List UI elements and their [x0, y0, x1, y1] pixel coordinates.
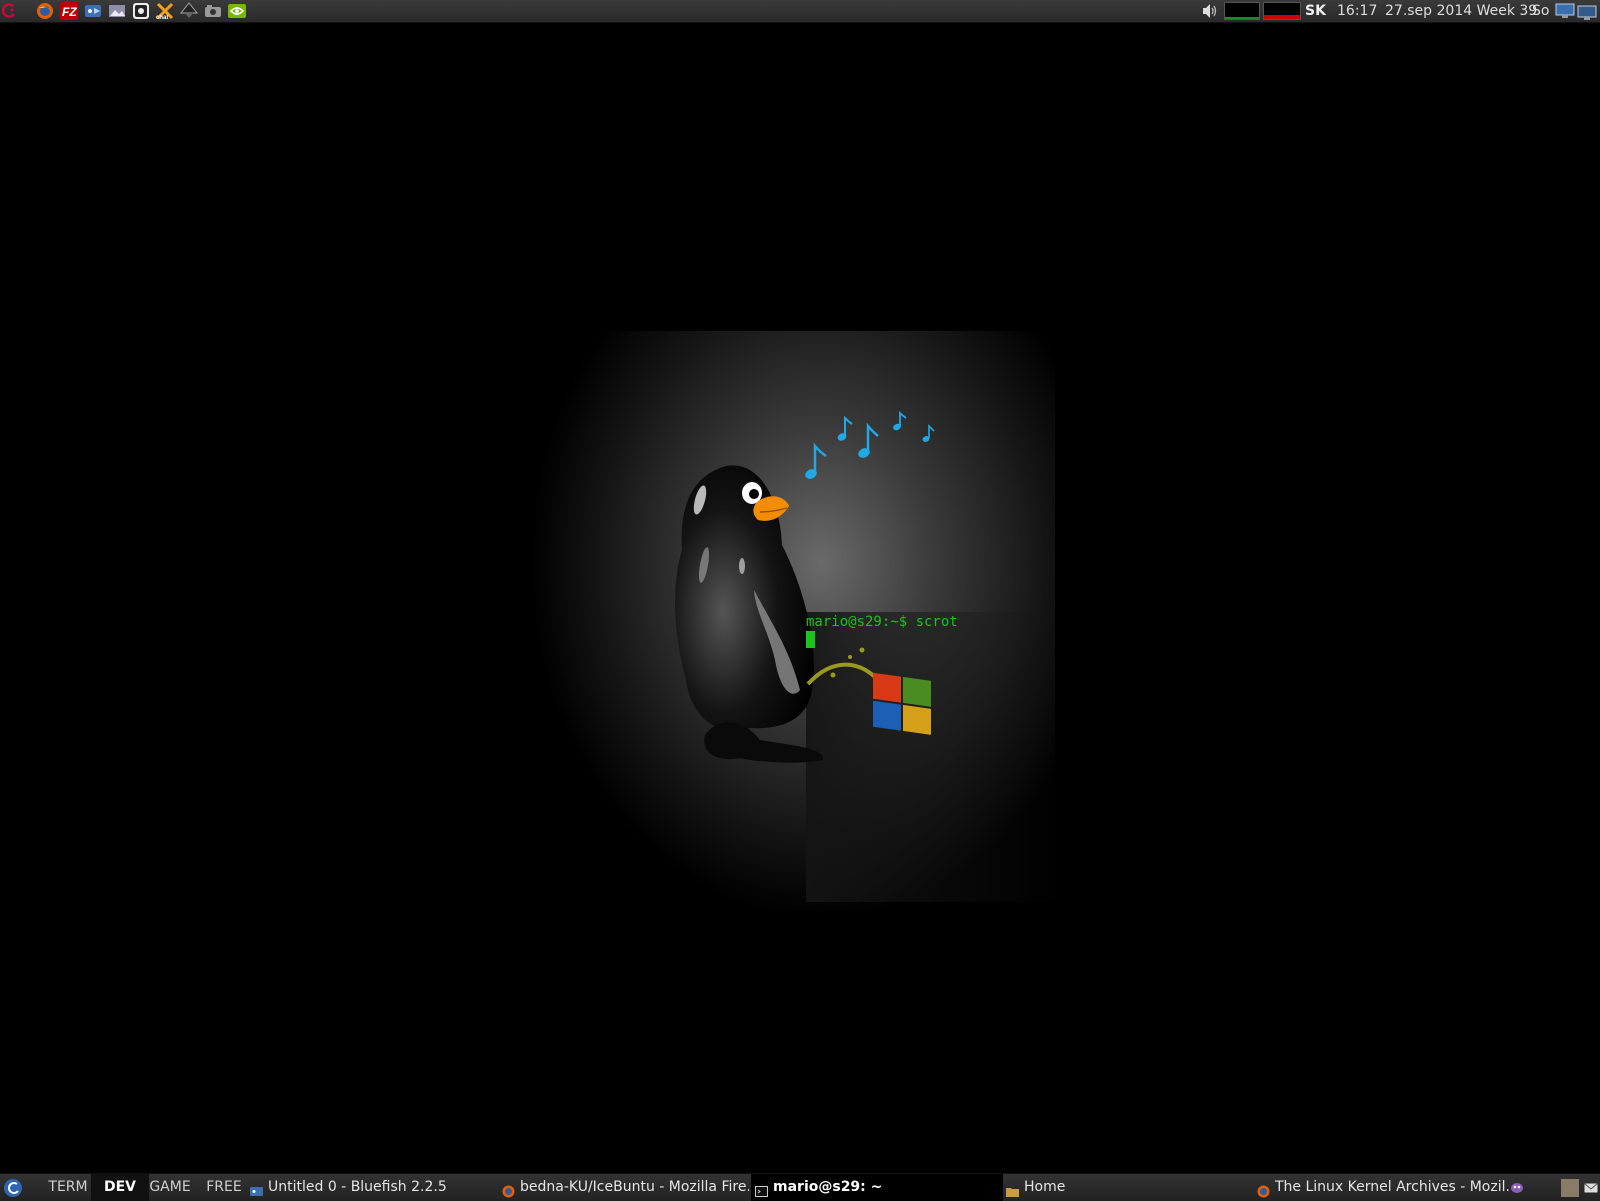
firefox-icon[interactable]	[35, 1, 55, 21]
task-label: mario@s29: ~	[773, 1179, 883, 1195]
firefox-icon	[1257, 1181, 1270, 1198]
keyboard-layout-indicator[interactable]: SK	[1305, 0, 1326, 22]
task-home-folder[interactable]: Home	[1002, 1174, 1252, 1201]
task-label: The Linux Kernel Archives - Mozil...	[1275, 1179, 1510, 1195]
nvidia-icon[interactable]	[227, 1, 247, 21]
windows-logo-icon	[873, 672, 931, 735]
bluefish-icon[interactable]	[83, 1, 103, 21]
debian-menu-icon[interactable]	[0, 1174, 26, 1201]
network-icon[interactable]	[1554, 0, 1598, 22]
task-label: Home	[1024, 1179, 1066, 1195]
top-panel: FZ chat SK 16:17 27.sep 2014 Week 39 So	[0, 0, 1600, 23]
task-terminal[interactable]: mario@s29: ~	[751, 1174, 1003, 1201]
debian-swirl-icon[interactable]	[0, 1, 20, 21]
penguin-icon	[675, 465, 824, 763]
taskbar: TERM DEV GAME FREE Untitled 0 - Bluefish…	[0, 1173, 1600, 1201]
task-firefox-kernel[interactable]: The Linux Kernel Archives - Mozil...	[1253, 1174, 1510, 1201]
task-label: bedna-KU/IceBuntu - Mozilla Fire...	[520, 1179, 749, 1195]
task-label: Untitled 0 - Bluefish 2.2.5	[268, 1179, 447, 1195]
speaker-icon[interactable]	[1199, 0, 1221, 22]
firefox-icon	[502, 1181, 515, 1198]
task-firefox-icebuntu[interactable]: bedna-KU/IceBuntu - Mozilla Fire...	[498, 1174, 749, 1201]
terminal-cursor	[806, 631, 815, 648]
music-notes-icon	[805, 410, 935, 479]
pidgin-icon[interactable]	[1510, 1174, 1528, 1201]
camera-app-icon[interactable]	[203, 1, 223, 21]
image-viewer-icon[interactable]	[107, 1, 127, 21]
clock-date[interactable]: 27.sep 2014 Week 39	[1385, 0, 1537, 22]
folder-icon	[1006, 1181, 1019, 1197]
cpu-monitor-graph	[1224, 2, 1260, 20]
terminal-prompt-line: mario@s29:~$ scrot	[806, 614, 958, 630]
audio-app-icon[interactable]	[131, 1, 151, 21]
terminal-icon	[755, 1181, 768, 1197]
clock-day[interactable]: So	[1532, 0, 1549, 22]
mail-icon[interactable]	[1584, 1174, 1600, 1201]
svg-text:FZ: FZ	[62, 5, 77, 19]
network-monitor-graph	[1263, 2, 1301, 20]
bluefish-icon	[250, 1181, 263, 1196]
inkscape-icon[interactable]	[179, 1, 199, 21]
desktop-show-icon[interactable]	[1561, 1174, 1581, 1201]
chat-app-icon[interactable]: chat	[155, 1, 175, 21]
clock-time[interactable]: 16:17	[1337, 0, 1377, 22]
desktop-wallpaper: mario@s29:~$ scrot	[0, 23, 1600, 1173]
task-bluefish[interactable]: Untitled 0 - Bluefish 2.2.5	[246, 1174, 494, 1201]
svg-text:chat: chat	[156, 15, 168, 20]
filezilla-icon[interactable]: FZ	[59, 1, 79, 21]
penguin-wallpaper-art	[675, 410, 935, 763]
